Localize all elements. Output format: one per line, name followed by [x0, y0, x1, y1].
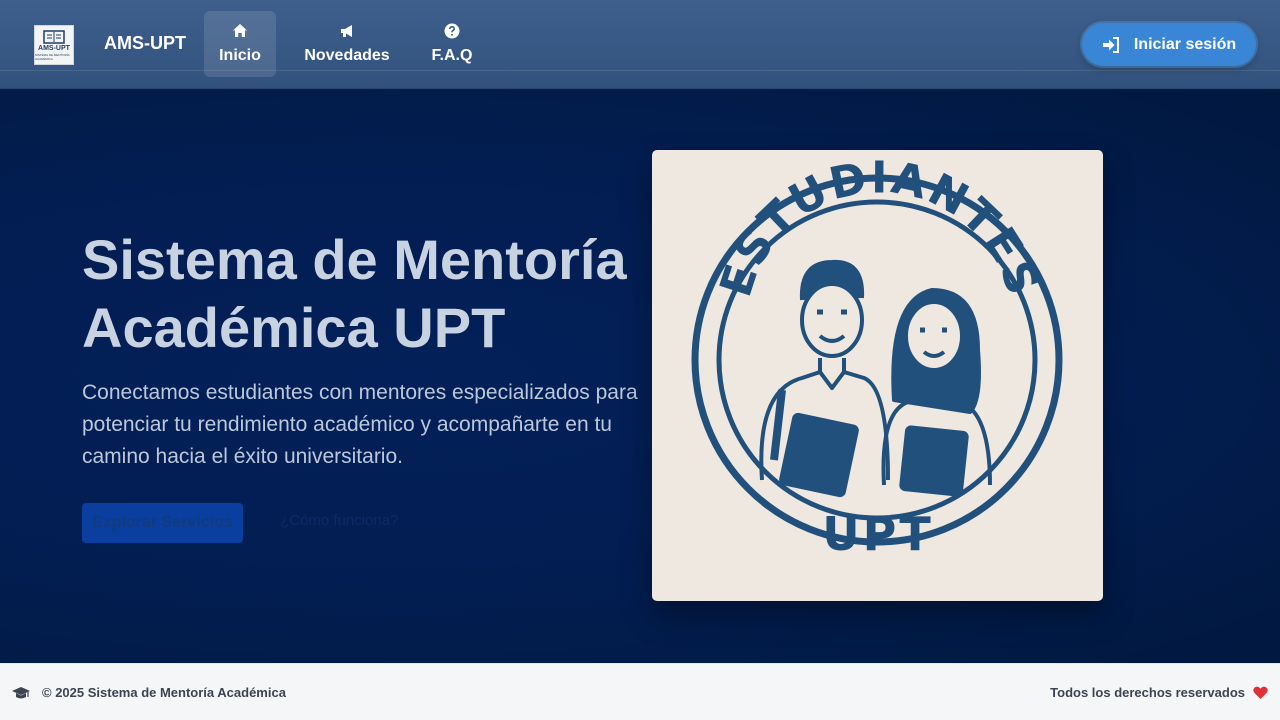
nav-faq[interactable]: F.A.Q: [420, 11, 484, 77]
brand-name[interactable]: AMS-UPT: [104, 33, 186, 54]
top-navbar: AMS-UPT SISTEMA DE MENTORÍA ACADÉMICA AM…: [0, 0, 1280, 89]
footer-copyright: © 2025 Sistema de Mentoría Académica: [42, 685, 286, 700]
footer-left: © 2025 Sistema de Mentoría Académica: [12, 685, 286, 700]
logo-book-icon: [43, 30, 65, 44]
male-student-figure: [759, 259, 890, 498]
nav-inicio-label: Inicio: [219, 47, 261, 64]
graduation-cap-icon: [12, 686, 30, 698]
logo-subtitle: SISTEMA DE MENTORÍA ACADÉMICA: [35, 53, 70, 61]
logo[interactable]: AMS-UPT SISTEMA DE MENTORÍA ACADÉMICA: [34, 25, 74, 65]
logo-text: AMS-UPT: [38, 45, 70, 52]
login-button-label: Iniciar sesión: [1133, 35, 1237, 53]
explore-services-button[interactable]: Explorar Servicios: [82, 503, 243, 543]
footer-right: Todos los derechos reservados: [1050, 685, 1268, 700]
footer-rights: Todos los derechos reservados: [1050, 685, 1245, 700]
login-button[interactable]: Iniciar sesión: [1082, 23, 1256, 66]
nav-inicio[interactable]: Inicio: [204, 11, 276, 77]
navbar-divider: [0, 70, 1280, 71]
nav-novedades-label: Novedades: [304, 47, 390, 64]
sign-in-icon: [1102, 36, 1119, 53]
students-badge-illustration: ESTUDIANTES UPT: [691, 152, 1063, 561]
female-student-figure: [881, 288, 992, 497]
hero-description: Conectamos estudiantes con mentores espe…: [82, 381, 638, 468]
nav-novedades[interactable]: Novedades: [296, 11, 398, 77]
question-circle-icon: [444, 23, 460, 39]
home-icon: [233, 24, 247, 37]
heart-icon: [1253, 686, 1268, 699]
hero-title: Sistema de Mentoría Académica UPT: [82, 228, 627, 359]
hero-illustration: ESTUDIANTES UPT: [652, 150, 1103, 601]
hero-section: Sistema de Mentoría Académica UPT Conect…: [0, 90, 1280, 663]
footer: © 2025 Sistema de Mentoría Académica Tod…: [0, 663, 1280, 720]
bullhorn-icon: [341, 25, 352, 37]
badge-bottom-text: UPT: [822, 507, 933, 561]
nav-faq-label: F.A.Q: [431, 47, 473, 64]
how-it-works-link[interactable]: ¿Cómo funciona?: [280, 512, 398, 529]
